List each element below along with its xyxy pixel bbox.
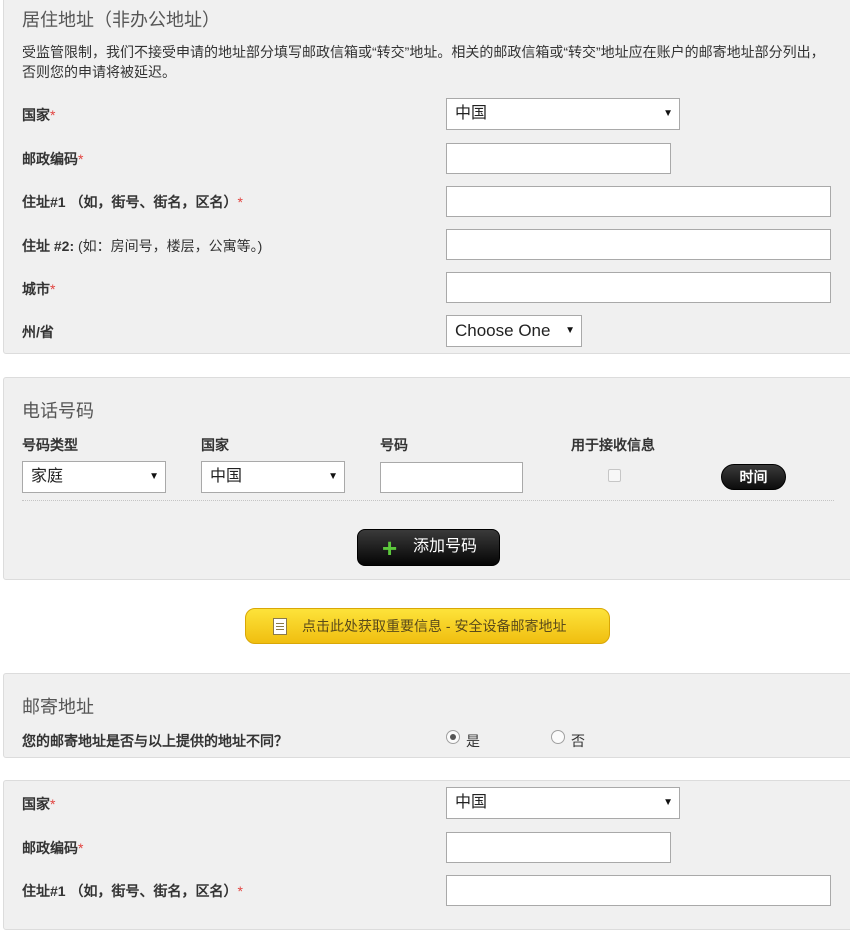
mailing-address1-label: 住址#1 （如，街号、街名，区名）* bbox=[22, 883, 243, 899]
chevron-down-icon: ▼ bbox=[328, 471, 338, 482]
country-select-value: 中国 bbox=[455, 105, 488, 122]
important-info-button[interactable]: 点击此处获取重要信息 - 安全设备邮寄地址 bbox=[245, 608, 610, 644]
plus-icon: + bbox=[382, 533, 398, 563]
required-asterisk: * bbox=[50, 796, 56, 812]
chevron-down-icon: ▼ bbox=[663, 108, 673, 119]
phone-type-value: 家庭 bbox=[31, 468, 64, 485]
residence-title: 居住地址（非办公地址） bbox=[22, 10, 220, 30]
add-number-button[interactable]: + 添加号码 bbox=[357, 529, 500, 566]
mailing-address-panel bbox=[3, 780, 850, 930]
mailing-country-value: 中国 bbox=[455, 794, 488, 811]
address2-label: 住址 #2: (如：房间号，楼层，公寓等。) bbox=[22, 238, 263, 254]
phone-country-select[interactable]: 中国 ▼ bbox=[201, 461, 345, 493]
mailing-question: 您的邮寄地址是否与以上提供的地址不同？ bbox=[22, 733, 288, 749]
chevron-down-icon: ▼ bbox=[663, 797, 673, 808]
required-asterisk: * bbox=[50, 281, 56, 297]
phone-country-value: 中国 bbox=[210, 468, 243, 485]
radio-selected-dot bbox=[450, 734, 456, 740]
phone-sms-header: 用于接收信息 bbox=[571, 437, 655, 453]
mailing-no-label[interactable]: 否 bbox=[571, 731, 585, 751]
mailing-yes-radio[interactable] bbox=[446, 730, 460, 744]
time-button[interactable]: 时间 bbox=[721, 464, 786, 490]
country-label: 国家* bbox=[22, 107, 56, 123]
country-select[interactable]: 中国 ▼ bbox=[446, 98, 680, 130]
state-select[interactable]: Choose One ▼ bbox=[446, 315, 582, 347]
important-info-label: 点击此处获取重要信息 - 安全设备邮寄地址 bbox=[302, 618, 567, 634]
postal-code-label: 邮政编码* bbox=[22, 151, 84, 167]
add-number-label: 添加号码 bbox=[413, 538, 478, 555]
phone-country-header: 国家 bbox=[201, 437, 229, 453]
chevron-down-icon: ▼ bbox=[565, 325, 575, 336]
required-asterisk: * bbox=[78, 840, 84, 856]
mailing-address1-field[interactable] bbox=[446, 875, 831, 906]
mailing-yes-label[interactable]: 是 bbox=[466, 731, 480, 751]
postal-code-field[interactable] bbox=[446, 143, 671, 174]
document-icon bbox=[273, 618, 287, 635]
state-label: 州/省 bbox=[22, 324, 54, 340]
required-asterisk: * bbox=[237, 883, 243, 899]
required-asterisk: * bbox=[237, 194, 243, 210]
city-label: 城市* bbox=[22, 281, 56, 297]
chevron-down-icon: ▼ bbox=[149, 471, 159, 482]
phone-number-field[interactable] bbox=[380, 462, 523, 493]
mailing-postal-field[interactable] bbox=[446, 832, 671, 863]
mailing-postal-label: 邮政编码* bbox=[22, 840, 84, 856]
sms-checkbox[interactable] bbox=[608, 469, 621, 482]
phone-row-divider bbox=[22, 500, 834, 501]
address2-note: (如：房间号，楼层，公寓等。) bbox=[74, 238, 263, 254]
mailing-no-radio[interactable] bbox=[551, 730, 565, 744]
address2-field[interactable] bbox=[446, 229, 831, 260]
required-asterisk: * bbox=[78, 151, 84, 167]
phone-title: 电话号码 bbox=[22, 401, 94, 421]
city-field[interactable] bbox=[446, 272, 831, 303]
address1-label: 住址#1 （如，街号、街名，区名）* bbox=[22, 194, 243, 210]
state-select-value: Choose One bbox=[455, 321, 551, 340]
mailing-title: 邮寄地址 bbox=[22, 697, 94, 717]
mailing-country-select[interactable]: 中国 ▼ bbox=[446, 787, 680, 819]
phone-type-header: 号码类型 bbox=[22, 437, 78, 453]
required-asterisk: * bbox=[50, 107, 56, 123]
residence-description: 受监管限制，我们不接受申请的地址部分填写邮政信箱或“转交”地址。相关的邮政信箱或… bbox=[22, 44, 825, 80]
phone-type-select[interactable]: 家庭 ▼ bbox=[22, 461, 166, 493]
phone-number-header: 号码 bbox=[380, 437, 408, 453]
mailing-country-label: 国家* bbox=[22, 796, 56, 812]
address1-field[interactable] bbox=[446, 186, 831, 217]
